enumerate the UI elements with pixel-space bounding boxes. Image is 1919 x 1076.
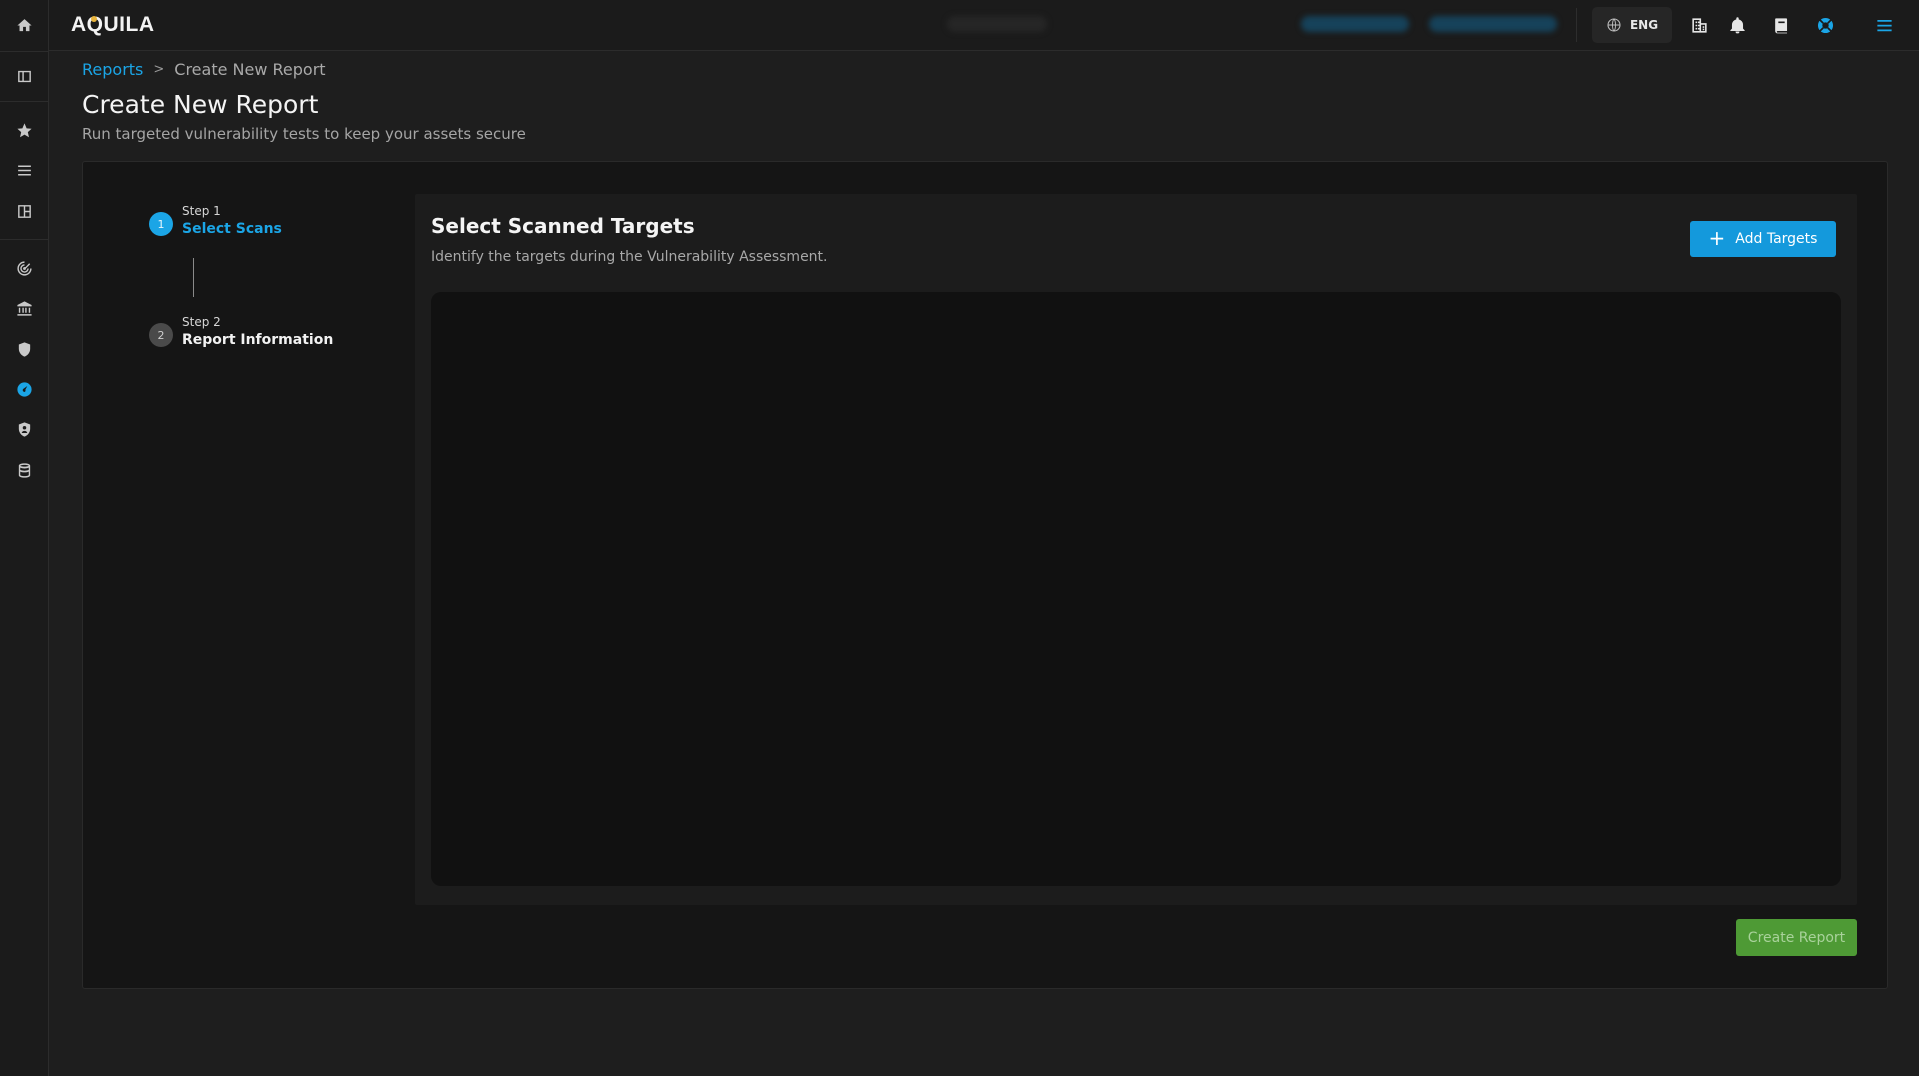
panel-title: Select Scanned Targets	[431, 214, 695, 238]
shield-icon[interactable]	[0, 335, 49, 363]
radar-icon[interactable]	[0, 254, 49, 282]
page-subtitle: Run targeted vulnerability tests to keep…	[82, 125, 526, 143]
app-root: AQUILA ENG Reports > Create New Report C	[0, 0, 1919, 1076]
plus-icon: +	[1708, 226, 1726, 250]
report-wizard-card: 1 Step 1 Select Scans 2 Step 2 Report In…	[82, 161, 1888, 989]
breadcrumb-current: Create New Report	[174, 60, 326, 79]
language-label: ENG	[1629, 18, 1659, 32]
list-icon[interactable]	[0, 156, 49, 184]
rail-divider	[0, 51, 49, 52]
page-title: Create New Report	[82, 90, 319, 119]
blurred-item	[1429, 16, 1557, 32]
rail-divider	[0, 101, 49, 102]
add-targets-label: Add Targets	[1735, 231, 1818, 247]
globe-icon	[1607, 18, 1621, 32]
step-1-text: Step 1 Select Scans	[182, 204, 282, 237]
topbar-divider	[1576, 8, 1577, 42]
step-1-title: Select Scans	[182, 221, 282, 237]
star-icon[interactable]	[0, 116, 49, 144]
step-2-title: Report Information	[182, 332, 334, 348]
aquila-logo[interactable]: AQUILA	[71, 13, 155, 37]
step-1-label: Step 1	[182, 204, 221, 218]
targets-list-area	[431, 292, 1841, 886]
breadcrumb-reports-link[interactable]: Reports	[82, 60, 143, 79]
blurred-item	[947, 16, 1047, 32]
step-1[interactable]: 1 Step 1 Select Scans	[149, 204, 282, 237]
scanned-targets-panel: Select Scanned Targets Identify the targ…	[415, 194, 1857, 905]
step-1-number: 1	[149, 212, 173, 236]
database-icon[interactable]	[0, 456, 49, 484]
step-2-label: Step 2	[182, 315, 221, 329]
step-2-text: Step 2 Report Information	[182, 315, 333, 348]
bell-icon[interactable]	[1725, 13, 1749, 37]
shield-user-icon[interactable]	[0, 415, 49, 443]
breadcrumb-separator: >	[153, 62, 165, 77]
support-icon[interactable]	[1813, 13, 1837, 37]
menu-icon[interactable]	[1872, 13, 1896, 37]
breadcrumb: Reports > Create New Report	[82, 60, 326, 79]
language-selector[interactable]: ENG	[1592, 7, 1672, 43]
step-2-number: 2	[149, 323, 173, 347]
rail-divider	[0, 239, 49, 240]
panel-subtitle: Identify the targets during the Vulnerab…	[431, 249, 828, 265]
add-targets-button[interactable]: + Add Targets	[1690, 221, 1836, 257]
gauge-icon[interactable]	[0, 375, 49, 403]
blurred-item	[1301, 16, 1409, 32]
step-2[interactable]: 2 Step 2 Report Information	[149, 315, 333, 348]
building-icon[interactable]	[1687, 13, 1711, 37]
home-icon[interactable]	[0, 11, 49, 39]
top-bar: AQUILA ENG	[49, 0, 1919, 51]
book-icon[interactable]	[1769, 13, 1793, 37]
dashboard-icon[interactable]	[0, 197, 49, 225]
panel-toggle-icon[interactable]	[0, 62, 49, 90]
sidebar-rail	[0, 0, 49, 1076]
step-connector	[193, 258, 194, 297]
bank-icon[interactable]	[0, 294, 49, 322]
create-report-button[interactable]: Create Report	[1736, 919, 1857, 956]
